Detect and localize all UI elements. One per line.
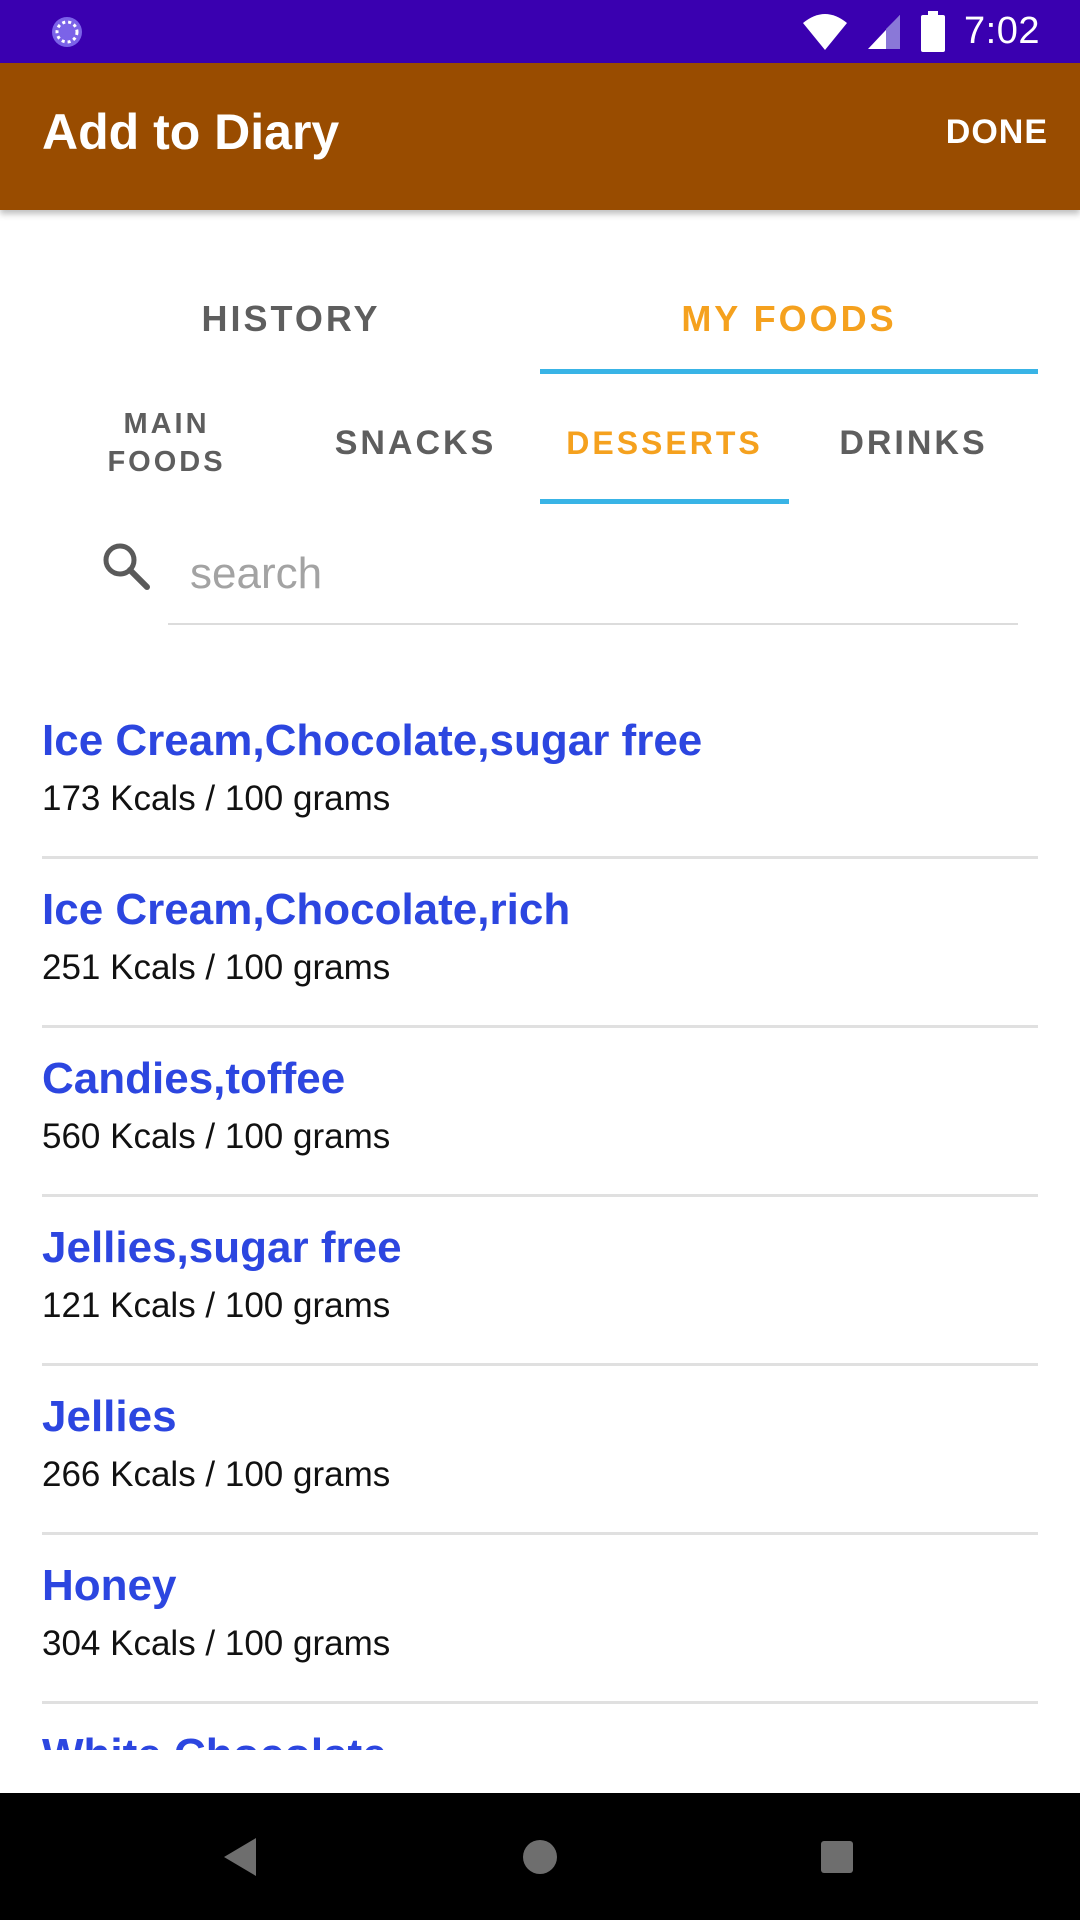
tab-label: MY FOODS xyxy=(681,298,897,339)
food-name: Honey xyxy=(42,1561,177,1610)
tab-indicator xyxy=(540,499,789,504)
tab-label: DRINKS xyxy=(839,423,988,462)
food-name: Ice Cream,Chocolate,sugar free xyxy=(42,716,703,765)
recents-icon xyxy=(821,1840,853,1873)
category-tab-bar: MAIN FOODS SNACKS DESSERTS DRINKS xyxy=(42,380,1038,506)
food-name: Ice Cream,Chocolate,rich xyxy=(42,885,571,934)
tab-label: DESSERTS xyxy=(566,424,763,461)
food-kcal: 266 Kcals / 100 grams xyxy=(42,1455,391,1494)
status-time: 7:02 xyxy=(964,10,1040,52)
tab-label-line1: MAIN xyxy=(123,408,210,440)
tab-snacks[interactable]: SNACKS xyxy=(291,380,540,506)
back-button[interactable] xyxy=(180,1793,300,1920)
search-icon xyxy=(103,543,150,590)
list-item[interactable]: Ice Cream,Chocolate,rich 251 Kcals / 100… xyxy=(42,859,1038,1028)
list-item[interactable]: Jellies 266 Kcals / 100 grams xyxy=(42,1366,1038,1535)
food-name: White Chocolate xyxy=(42,1730,387,1750)
list-item[interactable]: Honey 304 Kcals / 100 grams xyxy=(42,1535,1038,1704)
status-bar: 7:02 xyxy=(0,0,1080,63)
tab-main-foods[interactable]: MAIN FOODS xyxy=(42,380,291,506)
sync-circle-icon xyxy=(52,17,82,47)
list-item[interactable]: White Chocolate xyxy=(42,1704,1038,1750)
signal-icon xyxy=(868,14,901,49)
recents-button[interactable] xyxy=(777,1793,897,1920)
app-bar: Add to Diary DONE xyxy=(0,63,1080,210)
tab-history[interactable]: HISTORY xyxy=(42,260,540,378)
battery-icon xyxy=(921,10,946,52)
food-kcal: 173 Kcals / 100 grams xyxy=(42,779,391,818)
wifi-icon xyxy=(803,13,848,50)
tab-drinks[interactable]: DRINKS xyxy=(789,380,1038,506)
food-name: Jellies xyxy=(42,1392,177,1441)
food-kcal: 251 Kcals / 100 grams xyxy=(42,948,391,987)
food-kcal: 304 Kcals / 100 grams xyxy=(42,1624,391,1663)
list-item[interactable]: Ice Cream,Chocolate,sugar free 173 Kcals… xyxy=(42,690,1038,859)
food-kcal: 560 Kcals / 100 grams xyxy=(42,1117,391,1156)
tab-my-foods[interactable]: MY FOODS xyxy=(540,260,1038,378)
home-button[interactable] xyxy=(480,1793,600,1920)
food-name: Jellies,sugar free xyxy=(42,1223,402,1272)
back-icon xyxy=(224,1837,256,1876)
home-icon xyxy=(523,1839,557,1874)
tab-label: MAIN FOODS xyxy=(107,405,225,481)
page-title: Add to Diary xyxy=(42,104,340,160)
tab-label: HISTORY xyxy=(201,298,381,339)
food-kcal: 121 Kcals / 100 grams xyxy=(42,1286,391,1325)
list-item[interactable]: Jellies,sugar free 121 Kcals / 100 grams xyxy=(42,1197,1038,1366)
done-button[interactable]: DONE xyxy=(946,113,1048,152)
tab-label: SNACKS xyxy=(334,423,497,462)
food-list: Ice Cream,Chocolate,sugar free 173 Kcals… xyxy=(42,690,1038,1750)
list-item[interactable]: Candies,toffee 560 Kcals / 100 grams xyxy=(42,1028,1038,1197)
food-name: Candies,toffee xyxy=(42,1054,346,1103)
tab-indicator xyxy=(540,369,1038,374)
top-tab-bar: HISTORY MY FOODS xyxy=(42,260,1038,380)
search-input[interactable] xyxy=(168,525,1018,625)
system-nav-bar xyxy=(0,1793,1080,1920)
tab-desserts[interactable]: DESSERTS xyxy=(540,380,789,506)
tab-label-line2: FOODS xyxy=(107,446,226,478)
